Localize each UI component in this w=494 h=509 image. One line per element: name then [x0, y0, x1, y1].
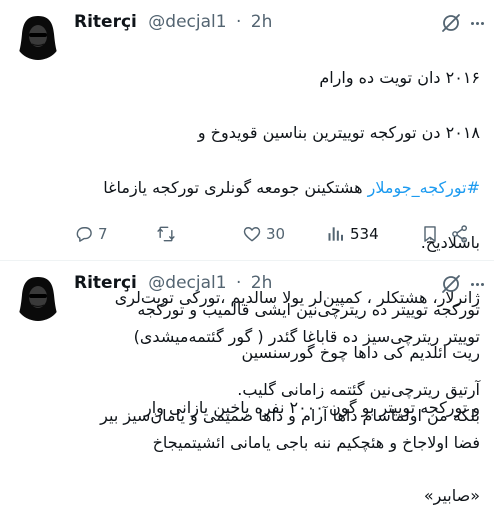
- like-button[interactable]: 30: [242, 220, 285, 248]
- separator-dot: ·: [235, 12, 242, 32]
- share-icon: [452, 225, 468, 243]
- grok-icon[interactable]: [440, 12, 462, 34]
- bookmark-button[interactable]: [420, 220, 440, 248]
- timestamp[interactable]: 2h: [251, 12, 273, 32]
- views-button[interactable]: 534: [326, 220, 379, 248]
- share-button[interactable]: [450, 220, 470, 248]
- more-icon[interactable]: [466, 273, 488, 295]
- retweet-icon: [157, 226, 175, 242]
- separator-dot: ·: [235, 273, 242, 293]
- avatar[interactable]: [14, 12, 62, 60]
- tweet-header: Riterçi @decjal1 · 2h: [74, 272, 484, 294]
- author-name[interactable]: Riterçi: [74, 273, 137, 293]
- grok-icon[interactable]: [440, 273, 462, 295]
- more-icon[interactable]: [466, 12, 488, 34]
- hashtag-link[interactable]: #تورکجه_جوملار: [368, 178, 480, 197]
- views-icon: [328, 227, 343, 241]
- reply-count: 7: [98, 225, 108, 243]
- author-name[interactable]: Riterçi: [74, 12, 137, 32]
- tweet-line: ۲۰۱۸ دن تورکجه توییترین بناسین قویدوخ و: [197, 122, 480, 142]
- action-bar: 7 30 534: [74, 220, 480, 248]
- avatar[interactable]: [14, 273, 62, 321]
- tweet-line-rest: هشتکینن جومعه گونلری تورکجه یازماغا: [103, 177, 368, 197]
- tweet[interactable]: Riterçi @decjal1 · 2h ۲۰۱۶ دان تویت ده و…: [0, 0, 494, 417]
- avatar-image: [14, 273, 62, 321]
- avatar-image: [14, 12, 62, 60]
- retweet-button[interactable]: [156, 220, 180, 248]
- author-handle[interactable]: @decjal1: [148, 273, 226, 293]
- tweet[interactable]: Riterçi @decjal1 · 2h تورکجه توییتر ده ر…: [0, 261, 494, 505]
- views-count: 534: [350, 225, 379, 243]
- tweet-line: ۲۰۱۶ دان تویت ده وارام: [319, 67, 480, 87]
- like-count: 30: [266, 225, 286, 243]
- reply-button[interactable]: 7: [74, 220, 108, 248]
- bookmark-icon: [424, 226, 436, 242]
- timestamp[interactable]: 2h: [251, 273, 273, 293]
- author-handle[interactable]: @decjal1: [148, 12, 226, 32]
- reply-icon: [76, 227, 92, 242]
- tweet-text: تورکجه توییتر ده ریترچی‌نین ایشی قالمیب …: [100, 300, 480, 505]
- like-icon: [243, 227, 261, 242]
- tweet-line: #تورکجه_جوملار هشتکینن جومعه گونلری تورک…: [74, 174, 480, 202]
- tweet-header: Riterçi @decjal1 · 2h: [74, 11, 484, 33]
